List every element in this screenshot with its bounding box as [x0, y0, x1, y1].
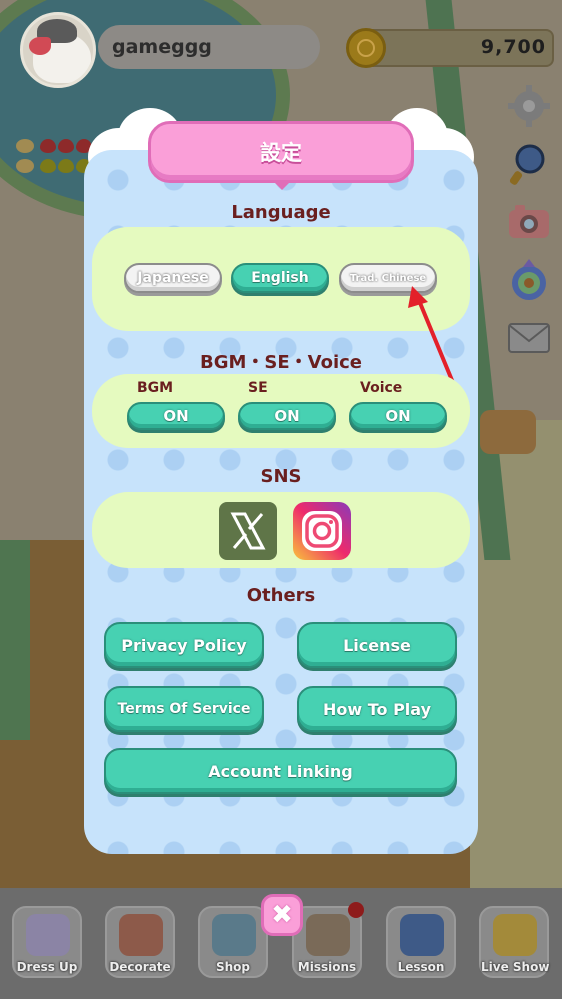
nav-lesson[interactable]: Lesson — [386, 906, 456, 978]
bird-beak — [29, 37, 51, 55]
coin-value: 9,700 — [480, 36, 546, 58]
title-banner-tip — [273, 181, 291, 190]
nav-decorate[interactable]: Decorate — [105, 906, 175, 978]
nav-live-show[interactable]: Live Show — [479, 906, 549, 978]
notification-dot — [348, 902, 364, 918]
sns-panel — [92, 492, 470, 568]
nav-decorate-label: Decorate — [109, 960, 171, 974]
coin-counter: 9,700 — [362, 29, 554, 67]
chair-icon — [119, 914, 163, 956]
heart-icon — [58, 159, 74, 173]
modal-title-banner: 設定 — [148, 121, 414, 183]
player-avatar[interactable] — [20, 12, 96, 88]
clipboard-icon — [306, 914, 350, 956]
audio-heading: BGM・SE・Voice — [199, 352, 363, 373]
mail-icon[interactable] — [503, 312, 555, 364]
gear-icon[interactable] — [503, 80, 555, 132]
nav-lesson-label: Lesson — [397, 960, 445, 974]
x-logo-icon[interactable] — [219, 502, 277, 560]
privacy-policy-button[interactable]: Privacy Policy — [104, 622, 264, 668]
terms-of-service-button[interactable]: Terms Of Service — [104, 686, 264, 732]
camera-icon[interactable] — [503, 196, 555, 248]
storefront-icon — [212, 914, 256, 956]
others-heading: Others — [246, 585, 316, 606]
heart-icon — [58, 139, 74, 153]
heart-icon — [40, 159, 56, 173]
nav-shop-label: Shop — [215, 960, 251, 974]
language-japanese-button[interactable]: Japanese — [124, 263, 222, 293]
room-shelf — [480, 410, 536, 454]
nav-dress-up-label: Dress Up — [16, 960, 78, 974]
nav-missions-label: Missions — [297, 960, 357, 974]
food-icon — [16, 139, 34, 153]
sweater-icon — [26, 914, 70, 956]
room-plant-left — [0, 540, 30, 740]
voice-label: Voice — [360, 380, 403, 396]
license-button[interactable]: License — [297, 622, 457, 668]
book-icon — [400, 914, 444, 956]
modal-title: 設定 — [260, 141, 302, 165]
nav-live-show-label: Live Show — [481, 960, 550, 974]
language-heading: Language — [231, 202, 331, 223]
account-linking-button[interactable]: Account Linking — [104, 748, 457, 794]
se-label: SE — [248, 380, 268, 396]
nav-dress-up[interactable]: Dress Up — [12, 906, 82, 978]
se-toggle[interactable]: ON — [238, 402, 336, 430]
coin-icon — [346, 28, 386, 68]
heart-icon — [40, 139, 56, 153]
sns-heading: SNS — [260, 466, 302, 487]
mood-icon — [16, 159, 34, 173]
compass-icon[interactable] — [503, 254, 555, 306]
bgm-toggle[interactable]: ON — [127, 402, 225, 430]
username-label: gameggg — [98, 25, 320, 69]
magnifier-icon[interactable] — [503, 138, 555, 190]
voice-toggle[interactable]: ON — [349, 402, 447, 430]
star-wand-icon — [493, 914, 537, 956]
how-to-play-button[interactable]: How To Play — [297, 686, 457, 732]
close-button[interactable]: ✖ — [261, 894, 303, 936]
bgm-label: BGM — [137, 380, 174, 396]
nav-shop[interactable]: Shop — [198, 906, 268, 978]
instagram-icon[interactable] — [293, 502, 351, 560]
language-english-button[interactable]: English — [231, 263, 329, 293]
